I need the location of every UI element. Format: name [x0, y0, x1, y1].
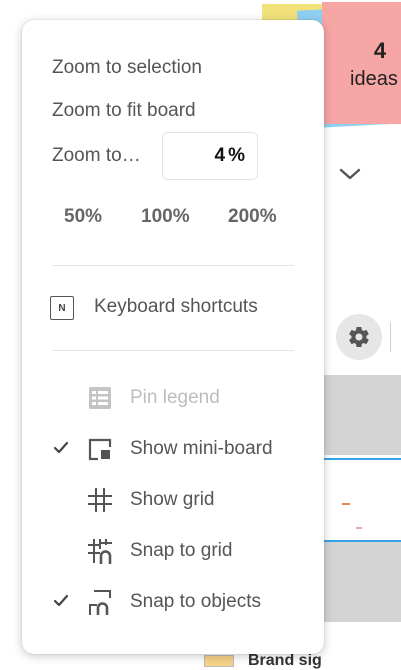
- zoom-to-selection-item[interactable]: Zoom to selection: [52, 56, 202, 80]
- keyboard-shortcuts-label: Keyboard shortcuts: [94, 296, 258, 317]
- snap-to-objects-icon: [86, 588, 114, 616]
- zoom-unit: %: [228, 145, 245, 166]
- checkmark-icon: [52, 439, 70, 457]
- sticky-count: 4: [373, 38, 387, 63]
- menu-divider: [52, 350, 294, 351]
- mini-board-region[interactable]: [322, 375, 401, 455]
- mini-board-icon: [86, 435, 114, 463]
- zoom-presets: 50% 100% 200%: [44, 206, 294, 230]
- mini-board-region[interactable]: [322, 542, 401, 622]
- zoom-preset-200[interactable]: 200%: [228, 206, 277, 228]
- zoom-preset-50[interactable]: 50%: [64, 206, 102, 228]
- zoom-to-label: Zoom to…: [52, 145, 141, 166]
- checkmark-icon: [52, 592, 70, 610]
- pin-legend-label: Pin legend: [130, 387, 220, 408]
- toolbar-divider: [390, 322, 391, 352]
- show-mini-board-option[interactable]: Show mini-board: [50, 433, 310, 465]
- zoom-preset-100[interactable]: 100%: [141, 206, 190, 228]
- sticky-label: ideas: [350, 68, 398, 90]
- zoom-to-fit-item[interactable]: Zoom to fit board: [52, 99, 196, 123]
- zoom-to-row: Zoom to… 4%: [52, 132, 292, 182]
- snap-to-grid-icon: [86, 537, 114, 565]
- zoom-value: 4: [214, 145, 226, 166]
- show-grid-option[interactable]: Show grid: [50, 484, 310, 516]
- chevron-down-icon[interactable]: [334, 158, 366, 190]
- settings-button[interactable]: [336, 314, 382, 360]
- snap-to-objects-label: Snap to objects: [130, 591, 261, 612]
- mini-board-viewport[interactable]: [322, 458, 401, 542]
- show-mini-board-label: Show mini-board: [130, 438, 273, 459]
- snap-to-objects-option[interactable]: Snap to objects: [50, 586, 310, 618]
- snap-to-grid-label: Snap to grid: [130, 540, 233, 561]
- keyboard-shortcuts-item[interactable]: N Keyboard shortcuts: [50, 294, 300, 324]
- snap-to-grid-option[interactable]: Snap to grid: [50, 535, 310, 567]
- mini-board-object: [356, 527, 362, 529]
- zoom-input[interactable]: 4%: [162, 132, 258, 180]
- mini-board-object: [342, 503, 350, 505]
- gear-icon: [349, 327, 369, 348]
- board-thumbnail[interactable]: [204, 655, 234, 667]
- view-settings-menu: Zoom to selection Zoom to fit board Zoom…: [22, 20, 324, 654]
- legend-icon: [86, 384, 114, 412]
- grid-icon: [86, 486, 114, 514]
- board-name[interactable]: Brand sig: [248, 652, 322, 670]
- show-grid-label: Show grid: [130, 489, 215, 510]
- menu-divider: [52, 265, 294, 266]
- pin-legend-option[interactable]: Pin legend: [50, 382, 310, 414]
- keyboard-key-icon: N: [50, 296, 74, 320]
